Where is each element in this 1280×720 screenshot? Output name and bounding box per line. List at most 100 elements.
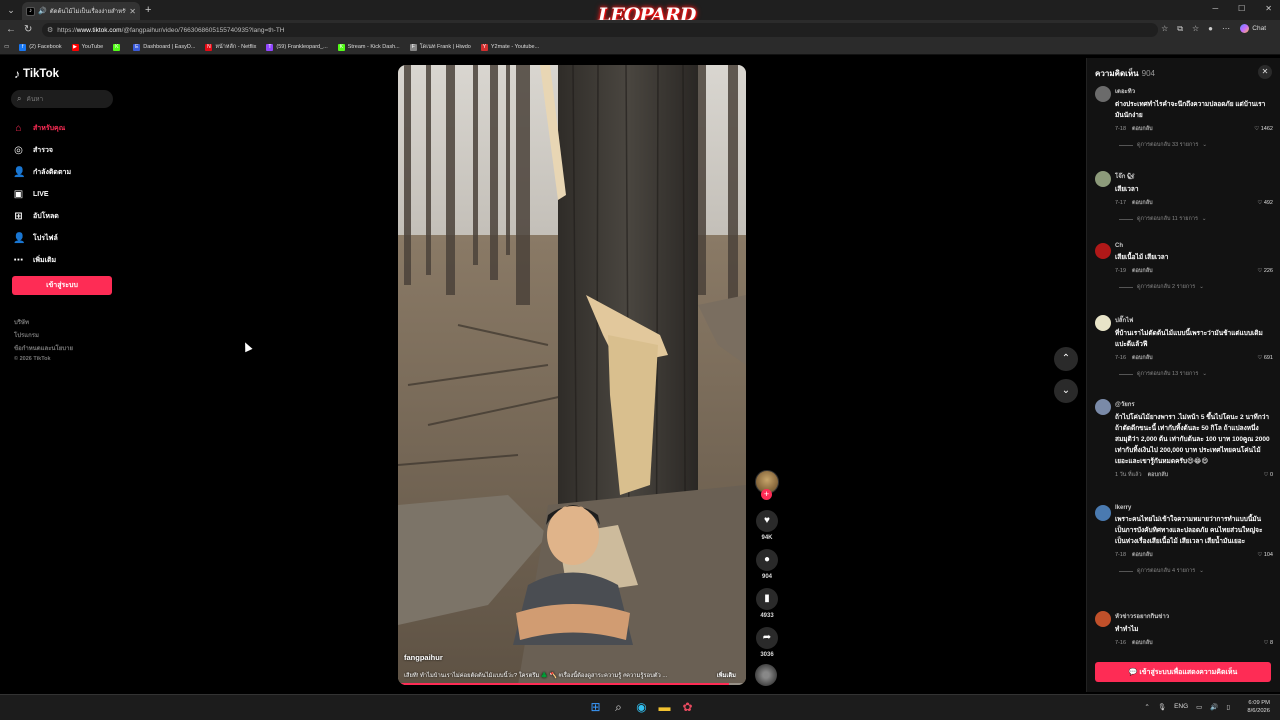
windows-start-icon[interactable]: ⊞: [588, 700, 603, 715]
follow-plus-icon[interactable]: +: [761, 489, 772, 500]
system-clock[interactable]: 6:09 PM 8/6/2026: [1247, 699, 1270, 715]
reply-link[interactable]: ตอบกลับ: [1132, 354, 1153, 362]
favorites-icon[interactable]: ☆: [1192, 24, 1199, 34]
share-action[interactable]: ➦ 3036: [755, 627, 779, 658]
video-player[interactable]: fangpaihur เสียที! ทำไมบ้านเราไม่ค่อยตัด…: [398, 65, 746, 685]
bookmark-item[interactable]: f (2) Facebook: [19, 43, 62, 51]
share-arrow-icon[interactable]: ➦: [756, 627, 778, 649]
reply-link[interactable]: ตอบกลับ: [1132, 125, 1153, 133]
comment-like[interactable]: ♡ 0: [1263, 472, 1273, 478]
bookmark-item[interactable]: ▶ YouTube: [71, 43, 103, 51]
sidebar-item-7[interactable]: ⋯ เพิ่มเติม: [13, 249, 113, 271]
minimize-icon[interactable]: ─: [1212, 4, 1218, 13]
tray-chevron-icon[interactable]: ⌃: [1144, 703, 1149, 711]
comment-username[interactable]: @วัยกร: [1115, 399, 1273, 409]
reply-link[interactable]: ตอบกลับ: [1132, 199, 1153, 207]
reply-link[interactable]: ตอบกลับ: [1148, 471, 1169, 479]
browser-tab-active[interactable]: ♪ 🔊 ตัดต้นไม้ไม่เป็นเรื่องง่ายสำหรับคุณ …: [22, 2, 140, 20]
comment-like[interactable]: ♡ 492: [1257, 200, 1273, 206]
comment-username[interactable]: Ch: [1115, 243, 1273, 249]
new-tab-button[interactable]: +: [145, 3, 151, 17]
comment-like[interactable]: ♡ 226: [1257, 268, 1273, 274]
menu-dots-icon[interactable]: ⋯: [1222, 24, 1230, 34]
url-field[interactable]: ⚙ https://www.tiktok.com/@fangpaihur/vid…: [42, 23, 1158, 37]
view-replies-link[interactable]: ดูการตอบกลับ 2 รายการ ⌄: [1119, 283, 1273, 291]
comment-like[interactable]: ♡ 104: [1257, 552, 1273, 558]
apps-grid-icon[interactable]: ▭: [4, 44, 9, 50]
sidebar-item-5[interactable]: ⊞ อัปโหลด: [13, 205, 113, 227]
comment-username[interactable]: ปลั๊กไฟ: [1115, 315, 1273, 325]
bookmark-item[interactable]: K Stream - Kick Dash...: [337, 43, 400, 51]
bookmark-item[interactable]: E Dashboard | EasyD...: [133, 43, 195, 51]
comment-avatar[interactable]: [1095, 243, 1111, 259]
heart-icon[interactable]: ♥: [756, 510, 778, 532]
video-progress-bar[interactable]: [398, 683, 746, 685]
comment-like[interactable]: ♡ 1462: [1254, 126, 1273, 132]
back-icon[interactable]: ←: [6, 24, 16, 36]
previous-video-button[interactable]: ⌃: [1054, 347, 1078, 371]
footer-link-company[interactable]: บริษัท: [14, 317, 73, 330]
comment-username[interactable]: เดอะทิว: [1115, 86, 1273, 96]
close-window-icon[interactable]: ✕: [1265, 4, 1272, 13]
taskbar-search-icon[interactable]: ⌕: [611, 700, 626, 715]
comment-avatar[interactable]: [1095, 86, 1111, 102]
bookmark-item[interactable]: K: [113, 43, 123, 51]
bookmark-item[interactable]: Y Y2mate - Youtube...: [480, 43, 539, 51]
comment-avatar[interactable]: [1095, 505, 1111, 521]
reply-link[interactable]: ตอบกลับ: [1132, 267, 1153, 275]
view-replies-link[interactable]: ดูการตอบกลับ 13 รายการ ⌄: [1119, 370, 1273, 378]
bookmark-item[interactable]: T (59) Frankleopard_...: [266, 43, 328, 51]
comment-avatar[interactable]: [1095, 171, 1111, 187]
copilot-chat-button[interactable]: Chat: [1240, 24, 1266, 33]
bookmark-icon[interactable]: ▮: [756, 588, 778, 610]
comment-username[interactable]: โจ๊ก 🐿: [1115, 171, 1273, 181]
music-disc-icon[interactable]: [755, 664, 777, 686]
view-replies-link[interactable]: ดูการตอบกลับ 4 รายการ ⌄: [1119, 567, 1273, 575]
maximize-icon[interactable]: ☐: [1238, 4, 1245, 13]
sidebar-item-1[interactable]: ⌂ สำหรับคุณ: [13, 117, 113, 139]
sidebar-item-4[interactable]: ▣ LIVE: [13, 183, 113, 205]
footer-link-program[interactable]: โปรแกรม: [14, 330, 73, 343]
close-tab-icon[interactable]: ✕: [129, 7, 136, 16]
video-author[interactable]: fangpaihur: [404, 653, 443, 662]
comment-username[interactable]: หัวข่าวรอยากกินข่าว: [1115, 611, 1273, 621]
comment-avatar[interactable]: [1095, 315, 1111, 331]
tiktok-logo[interactable]: ♪ TikTok: [14, 67, 59, 81]
view-replies-link[interactable]: ดูการตอบกลับ 11 รายการ ⌄: [1119, 215, 1273, 223]
next-video-button[interactable]: ⌄: [1054, 379, 1078, 403]
reload-icon[interactable]: ↻: [24, 24, 32, 36]
sidebar-item-6[interactable]: 👤 โปรไฟล์: [13, 227, 113, 249]
comment-action[interactable]: ● 904: [755, 549, 779, 580]
search-box[interactable]: ⌕: [11, 90, 113, 108]
url-text[interactable]: https://www.tiktok.com/@fangpaihur/video…: [57, 27, 284, 34]
site-info-icon[interactable]: ⚙: [47, 26, 53, 34]
app-gear-icon[interactable]: ✿: [680, 700, 695, 715]
caption-more-link[interactable]: เพิ่มเติม: [717, 670, 736, 680]
close-comments-button[interactable]: ✕: [1258, 65, 1272, 79]
network-icon[interactable]: ▭: [1196, 703, 1202, 711]
comment-icon[interactable]: ●: [756, 549, 778, 571]
profile-avatar-icon[interactable]: ●: [1208, 24, 1213, 34]
battery-icon[interactable]: ▯: [1226, 703, 1230, 711]
comment-like[interactable]: ♡ 8: [1263, 640, 1273, 646]
search-input[interactable]: [26, 95, 107, 103]
file-explorer-icon[interactable]: ▬: [657, 700, 672, 715]
speaker-icon[interactable]: 🔊: [38, 7, 47, 15]
bookmark-item[interactable]: F โดเนท Frank | Hiwdo: [409, 43, 471, 51]
comment-login-button[interactable]: 💬 เข้าสู่ระบบเพื่อแสดงความคิดเห็น: [1095, 662, 1271, 682]
reply-link[interactable]: ตอบกลับ: [1132, 639, 1153, 647]
login-button[interactable]: เข้าสู่ระบบ: [12, 276, 112, 295]
microphone-icon[interactable]: 🎙: [1158, 703, 1166, 711]
star-icon[interactable]: ☆: [1161, 24, 1168, 34]
edge-browser-icon[interactable]: ◉: [634, 700, 649, 715]
save-action[interactable]: ▮ 4933: [755, 588, 779, 619]
sidebar-item-3[interactable]: 👤 กำลังติดตาม: [13, 161, 113, 183]
comment-avatar[interactable]: [1095, 611, 1111, 627]
comment-avatar[interactable]: [1095, 399, 1111, 415]
view-replies-link[interactable]: ดูการตอบกลับ 33 รายการ ⌄: [1119, 141, 1273, 149]
comment-username[interactable]: Ikerry: [1115, 505, 1273, 511]
footer-link-terms[interactable]: ข้อกำหนดและนโยบาย: [14, 343, 73, 356]
extensions-icon[interactable]: ⧉: [1177, 24, 1183, 34]
volume-icon[interactable]: 🔊: [1210, 703, 1218, 711]
tab-list-chevron-icon[interactable]: ⌄: [4, 3, 18, 17]
